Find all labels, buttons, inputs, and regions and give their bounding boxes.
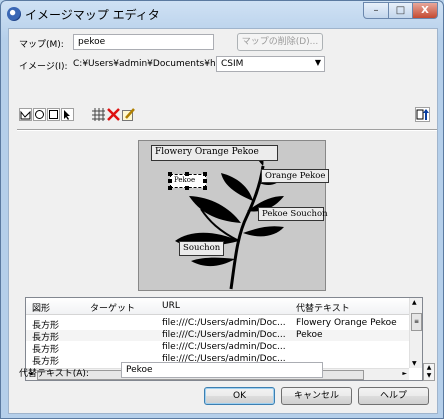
cell-alt-text: Flowery Orange Pekoe bbox=[296, 318, 397, 328]
ok-button[interactable]: OK bbox=[204, 387, 275, 405]
chevron-down-icon: ▼ bbox=[314, 58, 321, 67]
scroll-right-arrow-icon[interactable]: ► bbox=[402, 370, 407, 377]
vertical-scrollbar[interactable]: ▲ ≡ ▼ bbox=[409, 298, 422, 368]
rectangle-icon bbox=[49, 110, 58, 119]
format-value: CSIM bbox=[221, 59, 244, 69]
window-title: イメージマップ エディタ bbox=[25, 8, 160, 22]
table-row[interactable]: 長方形 file:///C:/Users/admin/Doc... Flower… bbox=[26, 318, 409, 331]
resize-handle[interactable] bbox=[203, 172, 207, 176]
grid-icon bbox=[92, 108, 105, 121]
cancel-button[interactable]: キャンセル bbox=[281, 387, 352, 405]
polygon-icon bbox=[20, 110, 31, 120]
spin-down-icon[interactable]: ▼ bbox=[424, 372, 434, 380]
vertical-scroll-thumb[interactable]: ≡ bbox=[411, 313, 422, 331]
delete-map-button[interactable]: マップの削除(D)... bbox=[237, 33, 323, 51]
delete-area-tool[interactable] bbox=[107, 108, 120, 121]
title-bar: イメージマップ エディタ – □ X bbox=[1, 1, 443, 27]
scroll-up-arrow-icon[interactable]: ▲ bbox=[412, 299, 417, 306]
maximize-button[interactable]: □ bbox=[388, 2, 413, 19]
list-order-spinner[interactable]: ▲ ▼ bbox=[423, 363, 435, 381]
col-alt-text[interactable]: 代替テキスト bbox=[296, 301, 350, 314]
map-name-field[interactable]: pekoe bbox=[73, 34, 214, 50]
cell-alt-text: Pekoe bbox=[296, 330, 323, 340]
app-icon bbox=[7, 7, 21, 21]
alt-text-label: 代替テキスト(A): bbox=[19, 369, 89, 379]
map-area-flowery-orange-pekoe[interactable]: Flowery Orange Pekoe bbox=[151, 145, 278, 161]
bring-front-tool[interactable] bbox=[415, 107, 430, 122]
resize-handle[interactable] bbox=[168, 172, 172, 176]
pointer-arrow-icon bbox=[64, 110, 70, 120]
draw-polygon-tool[interactable] bbox=[19, 108, 32, 121]
map-label: マップ(M): bbox=[19, 40, 64, 50]
help-button[interactable]: ヘルプ bbox=[358, 387, 429, 405]
move-up-icon bbox=[416, 109, 429, 120]
map-area-souchon[interactable]: Souchon bbox=[179, 241, 224, 256]
draw-rectangle-tool[interactable] bbox=[47, 108, 60, 121]
image-map-canvas[interactable]: Flowery Orange Pekoe Orange Pekoe Pekoe … bbox=[138, 140, 329, 291]
table-row[interactable]: 長方形 file:///C:/Users/admin/Doc... bbox=[26, 342, 409, 355]
cell-url: file:///C:/Users/admin/Doc... bbox=[162, 330, 286, 340]
delete-x-icon bbox=[107, 108, 120, 121]
close-button[interactable]: X bbox=[412, 2, 438, 19]
format-select[interactable]: CSIM ▼ bbox=[216, 56, 325, 72]
cell-url: file:///C:/Users/admin/Doc... bbox=[162, 318, 286, 328]
grid-tool[interactable] bbox=[92, 108, 105, 121]
cell-url: file:///C:/Users/admin/Doc... bbox=[162, 342, 286, 352]
col-shape[interactable]: 図形 bbox=[32, 301, 50, 314]
map-area-orange-pekoe[interactable]: Orange Pekoe bbox=[261, 169, 329, 183]
resize-handle[interactable] bbox=[203, 179, 207, 183]
col-target[interactable]: ターゲット bbox=[90, 301, 135, 314]
resize-handle[interactable] bbox=[168, 179, 172, 183]
map-area-pekoe-souchon[interactable]: Pekoe Souchon bbox=[258, 207, 328, 221]
toolbar-separator bbox=[17, 129, 437, 131]
alt-text-field[interactable]: Pekoe bbox=[121, 362, 323, 378]
resize-handle[interactable] bbox=[203, 186, 207, 190]
table-row-selected[interactable]: 長方形 file:///C:/Users/admin/Doc... Pekoe bbox=[26, 330, 409, 343]
col-url[interactable]: URL bbox=[162, 301, 180, 311]
resize-handle[interactable] bbox=[185, 172, 189, 176]
minimize-button[interactable]: – bbox=[363, 2, 389, 19]
image-path: C:¥Users¥admin¥Documents¥hpb bbox=[73, 59, 228, 69]
image-map-editor-window: イメージマップ エディタ – □ X マップ(M): pekoe マップの削除(… bbox=[0, 0, 444, 419]
scroll-down-arrow-icon[interactable]: ▼ bbox=[412, 360, 417, 367]
resize-handle[interactable] bbox=[185, 186, 189, 190]
select-tool[interactable] bbox=[61, 108, 74, 121]
list-header: 図形 ターゲット URL 代替テキスト bbox=[26, 298, 409, 315]
edit-pencil-icon bbox=[122, 108, 135, 121]
image-label: イメージ(I): bbox=[19, 62, 68, 72]
circle-icon bbox=[35, 110, 44, 119]
resize-handle[interactable] bbox=[168, 186, 172, 190]
draw-circle-tool[interactable] bbox=[33, 108, 46, 121]
spin-up-icon[interactable]: ▲ bbox=[424, 364, 434, 372]
dialog-body: マップ(M): pekoe マップの削除(D)... イメージ(I): C:¥U… bbox=[8, 28, 438, 414]
edit-properties-tool[interactable] bbox=[122, 108, 135, 121]
